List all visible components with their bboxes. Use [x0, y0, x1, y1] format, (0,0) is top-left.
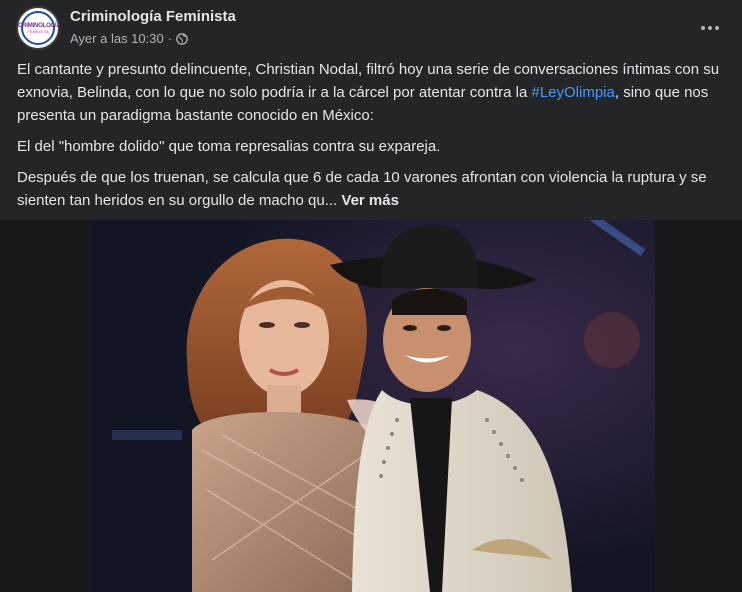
meta-separator: ·: [167, 31, 173, 46]
page-avatar[interactable]: CRIMINOLOGÍA FEMINISTA: [16, 6, 60, 50]
post-photo[interactable]: [92, 220, 655, 592]
avatar-logo-sub: FEMINISTA: [27, 29, 49, 34]
more-options-icon: [701, 26, 705, 30]
post-paragraph-1: El cantante y presunto delincuente, Chri…: [17, 58, 729, 127]
post-timestamp[interactable]: Ayer a las 10:30: [70, 31, 164, 46]
post-paragraph-3: Después de que los truenan, se calcula q…: [17, 166, 729, 212]
post-photo-illustration: [92, 220, 655, 592]
globe-icon[interactable]: [176, 32, 188, 45]
post-text: El cantante y presunto delincuente, Chri…: [17, 58, 729, 220]
see-more-link[interactable]: Ver más: [341, 192, 399, 209]
facebook-post: CRIMINOLOGÍA FEMINISTA Criminología Femi…: [0, 0, 742, 592]
hashtag-link[interactable]: #LeyOlimpia: [531, 84, 614, 101]
post-photo-container[interactable]: [0, 220, 742, 592]
more-options-dot: [715, 26, 719, 30]
post-paragraph-2: El del "hombre dolido" que toma represal…: [17, 138, 441, 155]
page-name-link[interactable]: Criminología Feminista: [70, 8, 236, 25]
more-options-dot: [708, 26, 712, 30]
post-header: CRIMINOLOGÍA FEMINISTA Criminología Femi…: [0, 0, 742, 56]
post-meta: Ayer a las 10:30 ·: [70, 31, 188, 46]
more-options-button[interactable]: [692, 10, 728, 46]
